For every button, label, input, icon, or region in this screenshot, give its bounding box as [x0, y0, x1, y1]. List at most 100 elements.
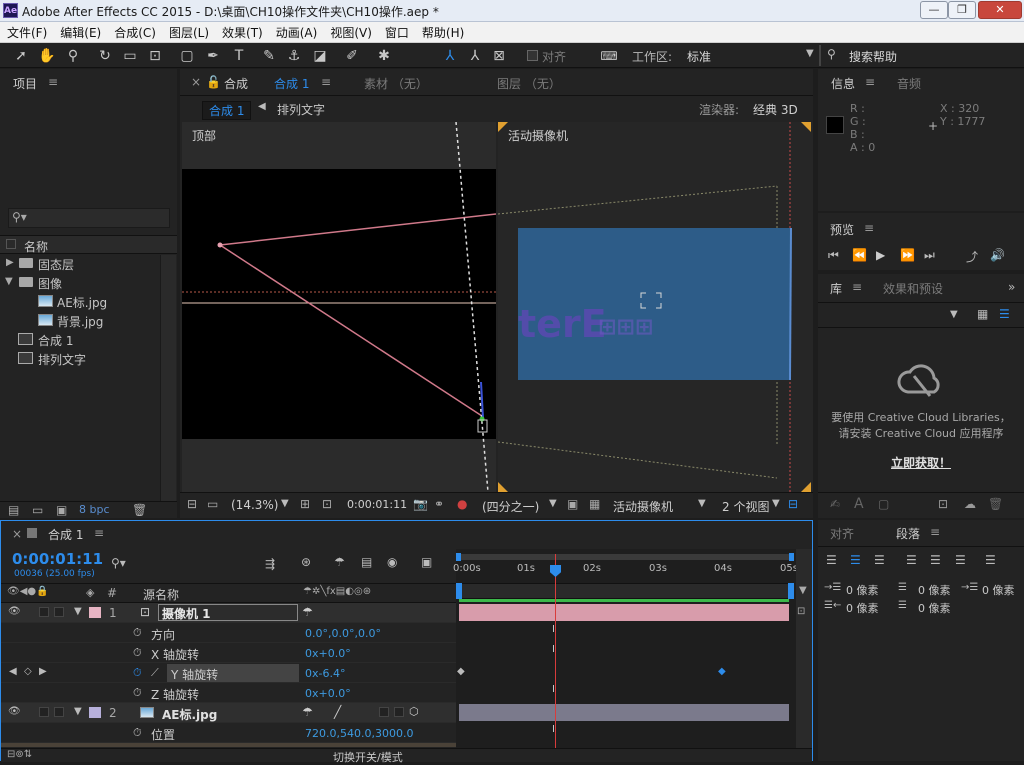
preview-tab[interactable]: 预览 [830, 221, 854, 238]
menu-help[interactable]: 帮助(H) [415, 22, 470, 41]
3d-layer-icon[interactable]: ⬡ [409, 705, 419, 718]
paragraph-tab[interactable]: 段落 [896, 525, 920, 542]
zoom-dropdown-icon[interactable]: ▼ [281, 498, 289, 509]
panel-menu-icon[interactable]: ≡ [852, 280, 862, 294]
project-search-input[interactable]: ⚲▾ [8, 208, 170, 228]
next-frame-icon[interactable]: ⏩ [900, 248, 915, 262]
x-rotation-value[interactable]: 0x+0.0° [305, 647, 351, 660]
list-view-icon[interactable]: ☰ [999, 307, 1010, 321]
panel-menu-icon[interactable]: ≡ [48, 75, 58, 89]
time-navigator[interactable] [456, 583, 794, 599]
graph-icon[interactable]: ⟋ [151, 666, 159, 680]
camera-view-select[interactable]: 活动摄像机 [613, 498, 673, 515]
rotate-tool-icon[interactable]: ↻ [96, 47, 114, 65]
align-left-icon[interactable]: ☰ [826, 553, 837, 567]
space-before-value[interactable]: 0 像素 [918, 582, 951, 598]
eye-icon[interactable]: 👁 [8, 606, 21, 617]
align-tab[interactable]: 对齐 [830, 525, 854, 542]
channel-icon[interactable]: ● [457, 497, 467, 511]
menu-layer[interactable]: 图层(L) [162, 22, 215, 41]
y-rotation-value[interactable]: 0x-6.4° [305, 667, 345, 680]
audio-tab[interactable]: 音频 [897, 75, 921, 92]
new-folder-icon[interactable]: ▭ [32, 503, 43, 517]
y-rotation-label[interactable]: Y 轴旋转 [167, 664, 299, 682]
stopwatch-icon[interactable]: ⏱ [133, 626, 142, 640]
project-item-image[interactable]: 背景.jpg [0, 312, 176, 331]
zoom-tool-icon[interactable]: ⚲ [64, 47, 82, 65]
menu-view[interactable]: 视图(V) [323, 22, 378, 41]
resolution-select[interactable]: (四分之一) [482, 498, 539, 515]
shy-layers-icon[interactable]: ☂ [334, 555, 345, 569]
loop-icon[interactable]: ⤴ [966, 248, 978, 265]
pen-tool-icon[interactable]: ✒ [204, 47, 222, 65]
work-area-start[interactable] [456, 553, 461, 561]
pan-behind-tool-icon[interactable]: ⊡ [146, 47, 164, 65]
play-icon[interactable]: ▶ [876, 248, 885, 262]
stopwatch-icon[interactable]: ⏱ [133, 686, 142, 700]
playhead-handle[interactable] [550, 565, 561, 577]
image-layer-bar[interactable] [459, 704, 789, 721]
transparency-grid-icon[interactable]: ▦ [589, 497, 600, 511]
stopwatch-icon[interactable]: ⏱ [133, 726, 142, 740]
trash-icon[interactable]: 🗑 [988, 497, 1003, 511]
effects-presets-tab[interactable]: 效果和预设 [883, 280, 943, 297]
panel-menu-icon[interactable]: ≡ [94, 526, 104, 540]
timeline-tab[interactable]: 合成 1 [48, 526, 83, 543]
property-row[interactable]: ⏱ X 轴旋转 0x+0.0° [1, 643, 456, 663]
selection-tool-icon[interactable]: ➚ [12, 47, 30, 65]
project-item-comp[interactable]: 排列文字 [0, 350, 176, 369]
rectangle-tool-icon[interactable]: ▢ [178, 47, 196, 65]
first-line-indent-value[interactable]: 0 像素 [982, 582, 1015, 598]
breadcrumb-next[interactable]: 排列文字 [277, 101, 325, 118]
justify-center-icon[interactable]: ☰ [930, 553, 941, 567]
layer-name[interactable]: AE标.jpg [162, 706, 217, 723]
search-icon[interactable]: ⚲▾ [111, 556, 126, 570]
view-layout-dropdown-icon[interactable]: ▼ [772, 498, 780, 509]
brush-tool-icon[interactable]: ✎ [260, 47, 278, 65]
camera-layer-bar[interactable] [459, 604, 789, 621]
puppet-tool-icon[interactable]: ✱ [375, 47, 393, 65]
layer-name[interactable]: 摄像机 1 [158, 604, 298, 621]
orientation-value[interactable]: 0.0°,0.0°,0.0° [305, 627, 381, 640]
position-value[interactable]: 720.0,540.0,3000.0 [305, 727, 413, 740]
interpret-footage-icon[interactable]: ▤ [8, 503, 19, 517]
property-row[interactable]: ⏱ 方向 0.0°,0.0°,0.0° [1, 623, 456, 643]
menu-edit[interactable]: 编辑(E) [53, 22, 107, 41]
align-right-icon[interactable]: ☰ [874, 553, 885, 567]
graph-editor-icon[interactable]: ▣ [421, 555, 432, 569]
workspace-select[interactable]: 标准 [687, 48, 711, 65]
z-rotation-value[interactable]: 0x+0.0° [305, 687, 351, 700]
comp-button-icon[interactable]: ▼ [799, 585, 807, 596]
renderer-value[interactable]: 经典 3D [753, 101, 798, 118]
eye-icon[interactable]: 👁 [8, 706, 21, 717]
menu-animation[interactable]: 动画(A) [269, 22, 324, 41]
type-tool-icon[interactable]: T [230, 47, 248, 65]
keyframe-icon[interactable]: ◆ [457, 666, 465, 677]
next-keyframe-icon[interactable]: ▶ [39, 666, 47, 677]
panel-menu-icon[interactable]: ≡ [864, 221, 874, 235]
property-row[interactable]: ⏱ Z 轴旋转 0x+0.0° [1, 683, 456, 703]
layer-label-color[interactable] [89, 707, 101, 718]
previous-keyframe-icon[interactable]: ◀ [9, 666, 17, 677]
top-view[interactable]: 顶部 [182, 122, 496, 492]
library-dropdown-icon[interactable]: ▼ [950, 309, 958, 320]
keyframe-selected-icon[interactable]: ◆ [718, 666, 726, 677]
panel-menu-icon[interactable]: ≡ [321, 75, 331, 89]
comp-tab-name[interactable]: 合成 1 [274, 75, 309, 92]
view-layout-select[interactable]: 2 个视图 [722, 498, 769, 515]
property-row[interactable]: ◀ ◇ ▶ ⏱ ⟋ Y 轴旋转 0x-6.4° [1, 663, 456, 683]
workspace-dropdown-icon[interactable]: ▼ [806, 48, 814, 59]
sync-icon[interactable]: ☁ [964, 497, 976, 511]
world-axis-icon[interactable]: ⅄ [466, 47, 484, 65]
safe-zones-icon[interactable]: ⊞ [300, 497, 310, 511]
show-snapshot-icon[interactable]: ⚭ [434, 497, 444, 511]
draft-3d-icon[interactable]: ⊛ [301, 555, 311, 569]
share-view-icon[interactable]: ⊟ [788, 497, 798, 511]
space-after-value[interactable]: 0 像素 [918, 600, 951, 616]
time-graph[interactable]: 0:00s 01s 02s 03s 04s 05s ◆ ◆ I I I I [453, 549, 798, 748]
name-column-header[interactable]: 名称 [24, 238, 48, 255]
grid-view-icon[interactable]: ▦ [977, 307, 988, 321]
maximize-button[interactable]: ❐ [948, 1, 976, 19]
monitor-icon[interactable]: ▭ [207, 497, 218, 511]
shy-switch-icon[interactable]: ☂ [302, 605, 313, 619]
